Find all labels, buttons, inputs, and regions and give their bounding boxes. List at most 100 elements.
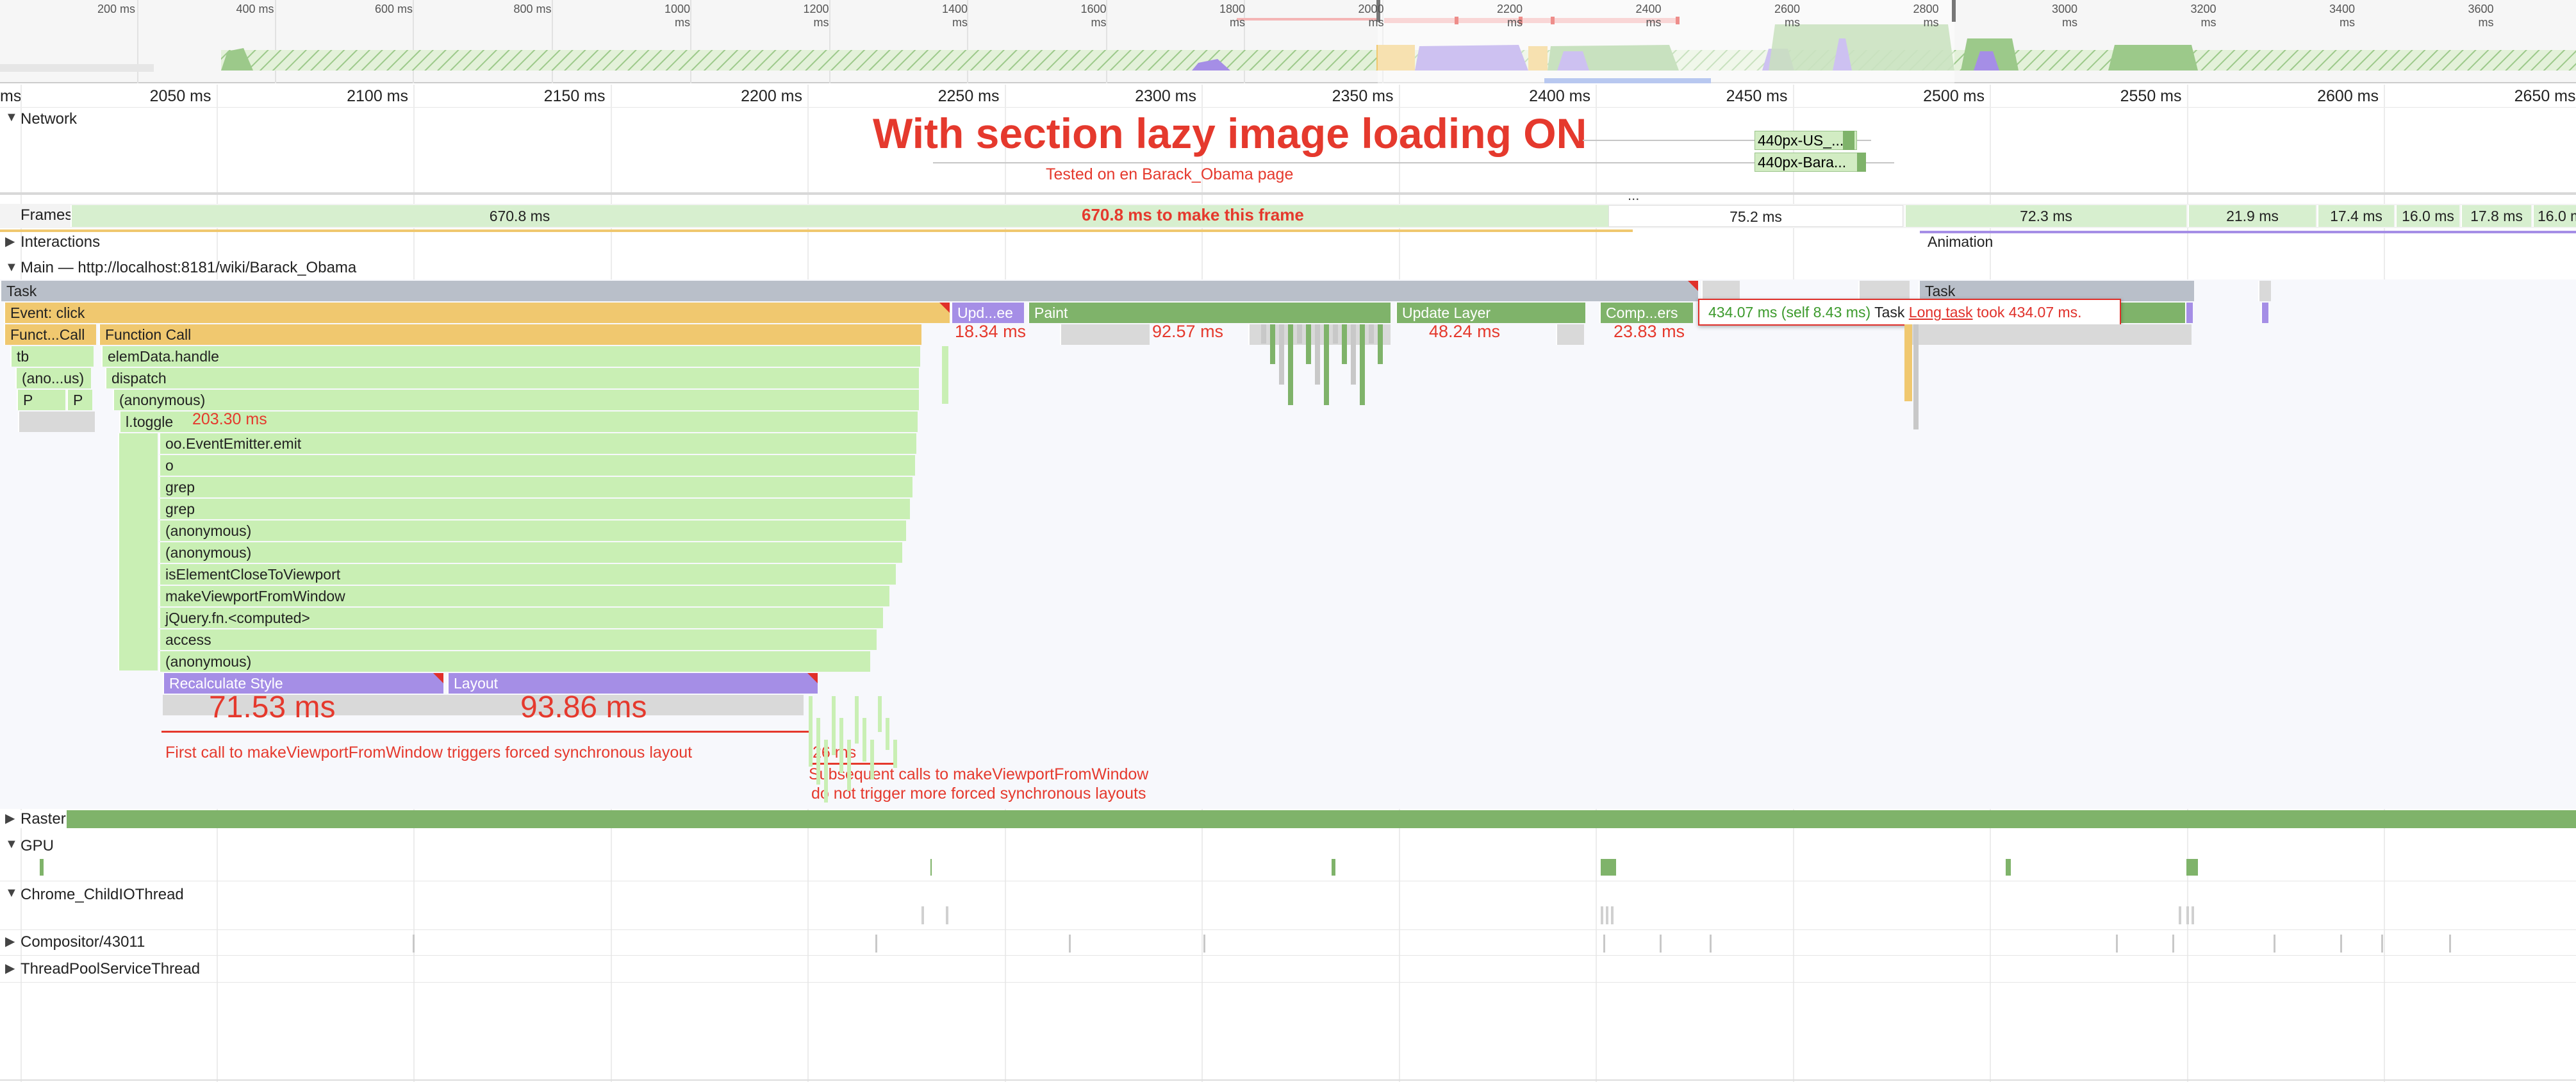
- grep-bar-2[interactable]: grep: [159, 499, 910, 519]
- gray-bar[interactable]: [1910, 324, 2192, 345]
- overview-tick-label: 800 ms: [513, 3, 552, 15]
- make-viewport-bar[interactable]: makeViewportFromWindow: [159, 586, 889, 606]
- is-element-close-bar[interactable]: isElementCloseToViewport: [159, 564, 896, 585]
- ruler-tick-label: 2250 ms: [937, 87, 1000, 105]
- threadpool-track-label[interactable]: ThreadPoolServiceThread: [21, 960, 200, 978]
- anonymous-bar-2[interactable]: (anonymous): [159, 520, 906, 541]
- paint-sub-slice: [1378, 324, 1383, 364]
- performance-panel: 200 ms 400 ms 600 ms 800 ms 1000 ms 1200 ms 14…: [0, 0, 2576, 1082]
- elemdata-handle-bar[interactable]: elemData.handle: [101, 346, 920, 367]
- panel-divider[interactable]: [0, 192, 2576, 195]
- task-sub-slice: [942, 346, 948, 404]
- flame-tail: [824, 740, 828, 803]
- purple-small[interactable]: [2185, 303, 2193, 323]
- gray-bar[interactable]: [1060, 324, 1150, 345]
- network-request-2[interactable]: 440px-Bara...: [1754, 153, 1863, 172]
- gray-bar[interactable]: [1556, 324, 1584, 345]
- funct-call-bar[interactable]: Funct...Call: [4, 324, 96, 345]
- io-slice: [946, 906, 948, 924]
- gpu-slice: [2006, 859, 2011, 876]
- compositor-slice: [2340, 935, 2342, 953]
- collapse-ellipsis[interactable]: ...: [1628, 187, 1639, 204]
- ruler-tick-label: 2400 ms: [1529, 87, 1590, 105]
- composite-bar[interactable]: Comp...ers: [1599, 303, 1693, 323]
- anonymous-bar-4[interactable]: (anonymous): [159, 651, 870, 672]
- update-layer-bar[interactable]: Update Layer: [1396, 303, 1585, 323]
- tb-bar[interactable]: tb: [10, 346, 94, 367]
- main-track-label[interactable]: Main — http://localhost:8181/wiki/Barack…: [21, 259, 356, 277]
- ruler-tick-label: 2150 ms: [543, 87, 606, 105]
- compositor-slice: [2449, 935, 2451, 953]
- task-sub-slice: [1904, 324, 1912, 401]
- frame-bar-75[interactable]: 75.2 ms: [1608, 205, 1903, 227]
- overview-strip[interactable]: 200 ms 400 ms 600 ms 800 ms 1000 ms 1200 ms 14…: [0, 0, 2576, 83]
- overview-tick-label: 2600 ms: [1774, 3, 1800, 29]
- frames-track-label[interactable]: Frames: [21, 206, 72, 224]
- compositor-track-label[interactable]: Compositor/43011: [21, 933, 145, 951]
- p-bar-2[interactable]: P: [67, 390, 92, 410]
- paint-sub-slice: [1315, 324, 1320, 385]
- task-sub-slice: [1913, 324, 1919, 429]
- raster-track-label[interactable]: Raster: [21, 810, 66, 828]
- gray-bar[interactable]: [18, 412, 95, 432]
- animation-bar[interactable]: [1920, 231, 2576, 233]
- anonymous-bar-1[interactable]: (anonymous): [113, 390, 919, 410]
- overview-tick-label: 400 ms: [236, 3, 274, 15]
- frame-bar-72[interactable]: 72.3 ms: [1904, 205, 2186, 227]
- ruler-tick-label: ms: [0, 87, 22, 105]
- io-slice: [2192, 906, 2194, 924]
- jquery-computed-bar[interactable]: jQuery.fn.<computed>: [159, 608, 883, 628]
- anonymous-bar-3[interactable]: (anonymous): [159, 542, 902, 563]
- frame-bar-16b[interactable]: 16.0 ms: [2532, 205, 2576, 227]
- network-request-1[interactable]: 440px-US_...: [1754, 131, 1857, 150]
- forced-layout-note: First call to makeViewportFromWindow tri…: [165, 744, 693, 762]
- overview-tick-label: 2800 ms: [1913, 3, 1939, 29]
- paint-sub-slice: [1270, 324, 1275, 364]
- flame-tail: [893, 740, 897, 768]
- layout-duration: 93.86 ms: [520, 690, 647, 724]
- overview-tick-label: 3000 ms: [2051, 3, 2077, 29]
- task-bar[interactable]: Task: [0, 281, 1698, 301]
- network-track-label[interactable]: Network: [21, 110, 77, 128]
- long-task-tooltip: 434.07 ms (self 8.43 ms) Task Long task …: [1698, 299, 2121, 326]
- composite-bar-2[interactable]: [2115, 303, 2185, 323]
- o-bar[interactable]: o: [159, 455, 915, 476]
- io-track-label[interactable]: Chrome_ChildIOThread: [21, 886, 184, 904]
- forced-layout-marker: [807, 673, 818, 683]
- update-duration: 18.34 ms: [955, 322, 1027, 341]
- gpu-track-label[interactable]: GPU: [21, 837, 54, 855]
- paint-bar[interactable]: Paint: [1028, 303, 1391, 323]
- small-line: [810, 763, 893, 765]
- event-click-bar[interactable]: Event: click: [4, 303, 950, 323]
- frame-annotation: 670.8 ms to make this frame: [1082, 205, 1304, 224]
- interactions-track-label[interactable]: Interactions: [21, 233, 100, 251]
- frame-bar-16a[interactable]: 16.0 ms: [2395, 205, 2459, 227]
- dispatch-bar[interactable]: dispatch: [105, 368, 919, 388]
- frame-bar-670[interactable]: 670.8 ms: [70, 205, 1608, 227]
- overview-tick-label: 1800 ms: [1219, 3, 1245, 29]
- forced-layout-marker: [433, 673, 443, 683]
- anonymous-short-bar[interactable]: (ano...us): [15, 368, 91, 388]
- frame-bar-17a[interactable]: 17.4 ms: [2317, 205, 2394, 227]
- purple-small[interactable]: [2261, 303, 2268, 323]
- emitter-emit-bar[interactable]: oo.EventEmitter.emit: [159, 433, 916, 454]
- ruler-tick-label: 2300 ms: [1135, 87, 1196, 105]
- paint-duration: 92.57 ms: [1152, 322, 1224, 341]
- flame-tail: [816, 718, 820, 785]
- grep-bar-1[interactable]: grep: [159, 477, 912, 497]
- p-bar-1[interactable]: P: [17, 390, 65, 410]
- overview-tick-label: 3200 ms: [2190, 3, 2217, 29]
- overview-tick-label: 1600 ms: [1080, 3, 1107, 29]
- function-call-bar[interactable]: Function Call: [99, 324, 921, 345]
- access-bar[interactable]: access: [159, 629, 877, 650]
- ruler-tick-label: 2500 ms: [1923, 87, 1985, 105]
- update-bar[interactable]: Upd...ee: [951, 303, 1024, 323]
- task-small[interactable]: [2258, 281, 2271, 301]
- tooltip-long-task-link[interactable]: Long task: [1909, 304, 1973, 320]
- compositor-slice: [1710, 935, 1712, 953]
- ruler-tick-label: 2200 ms: [741, 87, 802, 105]
- paint-sub-slice: [1342, 324, 1347, 364]
- overview-tick-label: 3400 ms: [2329, 3, 2355, 29]
- frame-bar-21[interactable]: 21.9 ms: [2188, 205, 2316, 227]
- frame-bar-17b[interactable]: 17.8 ms: [2461, 205, 2531, 227]
